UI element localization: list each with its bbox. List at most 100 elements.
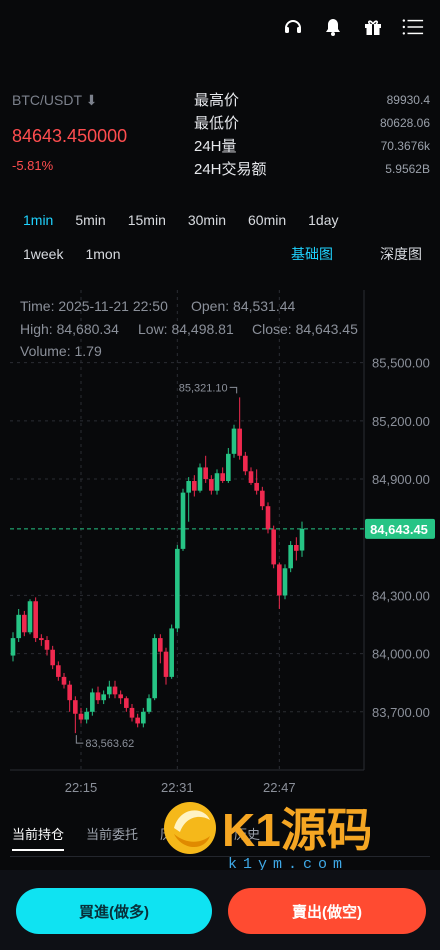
candle-body [220,473,225,481]
stat-label: 24H量 [194,138,237,155]
interval-1day[interactable]: 1day [297,210,349,230]
x-tick-label: 22:47 [263,780,296,795]
candle-body [248,471,254,483]
action-bar: 買進(做多) 賣出(做空) [0,870,440,950]
candle-body [141,711,146,724]
headset-icon[interactable] [282,16,304,38]
interval-30min[interactable]: 30min [177,210,237,230]
stat-low: 最低价 80628.06 [194,111,430,134]
min-price-label: 83,563.62 [85,738,134,750]
gift-icon[interactable] [362,16,384,38]
interval-1week[interactable]: 1week [12,244,74,264]
trading-pair[interactable]: BTC/USDT ⬇ [12,92,97,109]
candle-body [203,467,208,480]
tabs-divider [10,856,430,857]
stat-high: 最高价 89930.4 [194,88,430,111]
candle-body [288,545,293,569]
y-tick-label: 84,900.00 [372,472,430,487]
candle-body [10,638,16,656]
candle-body [90,692,95,712]
candle-body [226,453,231,481]
candle-body [265,506,271,530]
y-tick-label: 84,000.00 [372,647,430,662]
candle-body [135,717,140,724]
candle-body [67,684,72,701]
stat-label: 最低价 [194,115,240,132]
pair-switch-icon[interactable]: ⬇ [86,92,98,108]
candle-body [118,694,123,699]
positions-tabs: 当前持仓 当前委托 历史委托 历史 [12,824,260,851]
candle-body [175,548,180,629]
y-tick-label: 85,500.00 [372,356,430,371]
tab-history[interactable]: 历史 [234,824,260,851]
candle-body [254,482,259,491]
candle-body [39,638,44,641]
candle-body [163,651,169,677]
candle-body [129,707,135,718]
candle-body [192,480,197,491]
candle-body [146,698,152,712]
candle-body [44,640,50,650]
tab-current-positions[interactable]: 当前持仓 [12,824,65,851]
current-price-value: 84,643.45 [370,522,428,537]
candle-body [158,638,163,652]
sell-short-button[interactable]: 賣出(做空) [228,888,426,934]
candle-body [33,601,38,639]
candle-body [27,601,33,633]
tab-depth-chart[interactable]: 深度图 [380,244,422,264]
stat-value: 5.9562B [385,161,430,176]
candle-body [237,428,242,456]
candle-body [61,676,67,685]
stat-label: 24H交易额 [194,161,267,178]
price-change: -5.81% [12,158,54,173]
stat-value: 70.3676k [380,138,430,153]
candle-body [243,455,248,472]
candle-body [231,428,237,454]
info-close: Close: 84,643.45 [252,321,358,337]
interval-1mon[interactable]: 1mon [74,244,131,264]
interval-selector: 1min 5min 15min 30min 60min 1day [12,210,432,230]
y-tick-label: 84,300.00 [372,588,430,603]
x-tick-label: 22:31 [161,780,194,795]
market-stats: 最高价 89930.4 最低价 80628.06 24H量 70.3676k 24H交… [194,88,430,180]
candle-body [101,694,106,701]
candle-body [180,492,186,549]
menu-icon[interactable] [402,16,424,38]
last-price: 84643.450000 [12,126,128,146]
stat-turnover: 24H交易额 5.9562B [194,157,430,180]
interval-15min[interactable]: 15min [117,210,177,230]
candle-body [78,713,84,720]
interval-1min[interactable]: 1min [12,210,64,230]
candle-body [282,568,288,596]
notification-icon[interactable] [322,16,344,38]
candle-body [169,628,174,677]
candle-body [124,698,129,708]
info-time: Time: 2025-11-21 22:50 [20,298,168,314]
candle-body [271,529,276,565]
info-low: Low: 84,498.81 [138,321,234,337]
min-price-marker [75,735,84,744]
tab-current-orders[interactable]: 当前委托 [86,824,138,851]
interval-5min[interactable]: 5min [64,210,116,230]
buy-long-button[interactable]: 買進(做多) [16,888,212,934]
candle-body [209,479,214,491]
candle-body [16,614,21,639]
info-volume: Volume: 1.79 [20,343,102,359]
pair-label: BTC/USDT [12,92,82,108]
candle-body [112,686,118,695]
y-tick-label: 83,700.00 [372,705,430,720]
candle-body [73,700,78,714]
candlestick-chart[interactable]: 85,500.00 85,200.00 84,900.00 84,300.00 84,0… [0,290,440,810]
interval-60min[interactable]: 60min [237,210,297,230]
candle-body [197,467,203,491]
candle-body [84,711,89,720]
tab-basic-chart[interactable]: 基础图 [291,244,333,264]
candle-body [107,686,112,695]
candle-body [95,692,101,701]
x-tick-label: 22:15 [65,780,98,795]
max-price-label: 85,321.10 [179,382,228,394]
stat-value: 80628.06 [379,115,430,130]
header-icons [282,16,424,38]
tab-order-history[interactable]: 历史委托 [160,824,212,851]
candle-body [152,638,157,699]
